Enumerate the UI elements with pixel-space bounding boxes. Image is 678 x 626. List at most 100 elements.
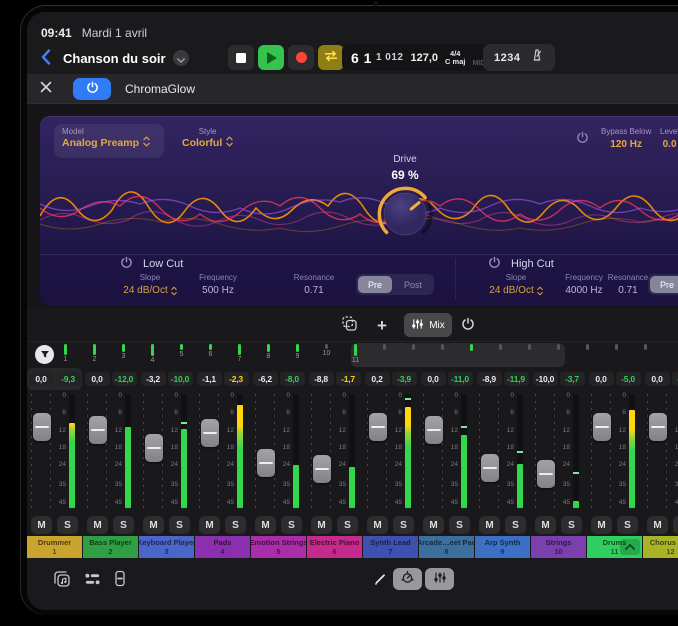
mute-button[interactable]: M [255, 516, 276, 534]
resonance-value[interactable]: 0.71 [618, 285, 637, 296]
loops-browser-button[interactable] [49, 568, 75, 592]
peak-value[interactable]: -8,0 [280, 372, 305, 386]
volume-value[interactable]: -10,0 [533, 372, 558, 386]
volume-fader[interactable] [313, 455, 331, 483]
stop-button[interactable] [228, 45, 254, 70]
mute-button[interactable]: M [367, 516, 388, 534]
minimap-channel[interactable] [602, 342, 631, 368]
track-name-label[interactable]: Synth Lead7 [363, 536, 418, 558]
minimap-channel[interactable] [515, 342, 544, 368]
track-name-label[interactable]: Drummer1 [27, 536, 82, 558]
volume-value[interactable]: 0,0 [645, 372, 670, 386]
minimap-channel[interactable] [399, 342, 428, 368]
peak-value[interactable]: -3,9 [392, 372, 417, 386]
solo-button[interactable]: S [449, 516, 470, 534]
solo-button[interactable]: S [113, 516, 134, 534]
peak-value[interactable]: -6,0 [672, 372, 678, 386]
edit-button[interactable] [367, 568, 393, 592]
peak-value[interactable]: -11,9 [504, 372, 529, 386]
solo-button[interactable]: S [57, 516, 78, 534]
solo-button[interactable]: S [225, 516, 246, 534]
volume-value[interactable]: 0,0 [85, 372, 110, 386]
mixer-view-button[interactable] [425, 568, 454, 590]
track-name-label[interactable]: Keyboard Player3 [139, 536, 194, 558]
minimap-channel[interactable] [486, 342, 515, 368]
peak-value[interactable]: -5,0 [616, 372, 641, 386]
track-name-label[interactable]: Emotion Strings5 [251, 536, 306, 558]
solo-button[interactable]: S [393, 516, 414, 534]
volume-fader[interactable] [425, 416, 443, 444]
slope-value[interactable]: 24 dB/Oct [489, 285, 542, 296]
minimap-channel[interactable]: 2 [80, 342, 109, 368]
metronome-icon[interactable] [530, 48, 544, 67]
slope-value[interactable]: 24 dB/Oct [123, 285, 176, 296]
volume-fader[interactable] [145, 434, 163, 462]
minimap-channel[interactable] [544, 342, 573, 368]
solo-button[interactable]: S [281, 516, 302, 534]
mixer-power-button[interactable] [457, 313, 479, 337]
high-cut-power-button[interactable] [488, 256, 501, 272]
volume-fader[interactable] [481, 454, 499, 482]
minimap-channel[interactable] [428, 342, 457, 368]
volume-value[interactable]: 0,0 [589, 372, 614, 386]
minimap-channel[interactable]: 9 [283, 342, 312, 368]
mute-button[interactable]: M [311, 516, 332, 534]
minimap-channel[interactable]: 11 [341, 342, 370, 368]
solo-button[interactable]: S [617, 516, 638, 534]
song-menu-button[interactable] [173, 50, 189, 66]
volume-fader[interactable] [89, 416, 107, 444]
browser-button[interactable] [79, 568, 105, 592]
minimap-channel[interactable]: 10 [312, 342, 341, 368]
mute-button[interactable]: M [199, 516, 220, 534]
solo-button[interactable]: S [673, 516, 678, 534]
mute-button[interactable]: M [591, 516, 612, 534]
peak-value[interactable]: -3,7 [560, 372, 585, 386]
resonance-value[interactable]: 0.71 [304, 285, 323, 296]
peak-value[interactable]: -11,0 [448, 372, 473, 386]
track-name-label[interactable]: Arp Synth9 [475, 536, 530, 558]
mute-button[interactable]: M [143, 516, 164, 534]
volume-fader[interactable] [257, 449, 275, 477]
track-name-label[interactable]: Pads4 [195, 536, 250, 558]
minimap-channel[interactable] [457, 342, 486, 368]
style-selector[interactable]: Style Colorful [182, 127, 233, 150]
mix-view-button[interactable]: Mix [404, 313, 452, 337]
bypass-power-button[interactable] [576, 131, 589, 147]
volume-fader[interactable] [33, 413, 51, 441]
model-selector[interactable]: Model Analog Preamp [54, 124, 164, 158]
volume-fader[interactable] [201, 419, 219, 447]
volume-value[interactable]: -3,2 [141, 372, 166, 386]
drive-knob[interactable] [375, 184, 435, 249]
track-name-label[interactable]: Chorus Voc12 [643, 536, 678, 558]
minimap-channel[interactable]: 6 [196, 342, 225, 368]
mute-button[interactable]: M [535, 516, 556, 534]
peak-value[interactable]: -9,3 [56, 372, 81, 386]
record-button[interactable] [288, 45, 314, 70]
minimap-channel[interactable] [370, 342, 399, 368]
pre-button[interactable]: Pre [358, 276, 392, 293]
volume-value[interactable]: 0,2 [365, 372, 390, 386]
volume-value[interactable]: -6,2 [253, 372, 278, 386]
back-button[interactable] [33, 45, 59, 71]
count-in-button[interactable]: 1234 [494, 52, 520, 64]
minimap-channel[interactable] [573, 342, 602, 368]
add-track-button[interactable]: + [373, 313, 391, 337]
pre-button[interactable]: Pre [650, 276, 678, 293]
minimap-channel[interactable]: 1 [51, 342, 80, 368]
solo-button[interactable]: S [337, 516, 358, 534]
bypass-value[interactable]: 120 Hz [610, 139, 642, 150]
track-name-label[interactable]: Arcade…eet Pad8 [419, 536, 474, 558]
minimap-channel[interactable]: 8 [254, 342, 283, 368]
peak-value[interactable]: -2,3 [224, 372, 249, 386]
play-button[interactable] [258, 45, 284, 70]
peak-value[interactable]: -10,0 [168, 372, 193, 386]
minimap-channel[interactable]: 7 [225, 342, 254, 368]
track-chevron-button[interactable] [620, 539, 640, 555]
volume-value[interactable]: 0,0 [29, 372, 54, 386]
lcd-display[interactable]: 6 1 1 012 127,0 4/4 C maj MIDI [342, 44, 496, 71]
post-button[interactable]: Post [394, 276, 432, 293]
minimap-channel[interactable]: 5 [167, 342, 196, 368]
smart-controls-button[interactable] [393, 568, 422, 590]
mute-button[interactable]: M [647, 516, 668, 534]
track-name-label[interactable]: Bass Player2 [83, 536, 138, 558]
